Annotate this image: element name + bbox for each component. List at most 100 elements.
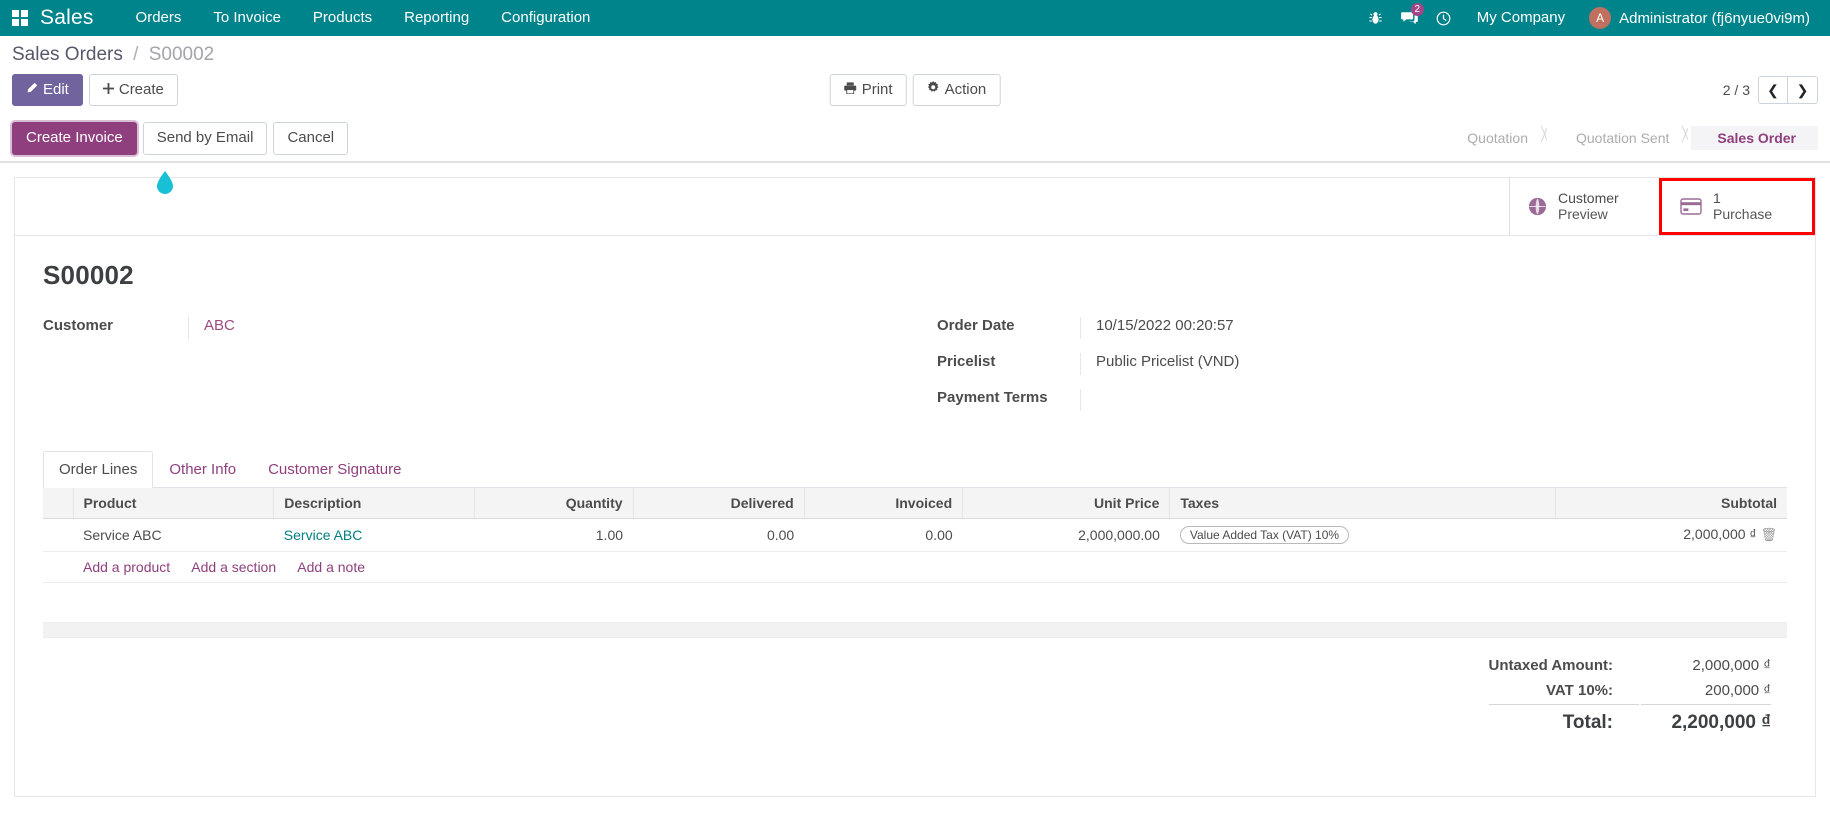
page-title: S00002 [43, 259, 134, 290]
print-button[interactable]: Print [829, 74, 907, 107]
table-resize-grip[interactable] [43, 622, 1787, 638]
action-button[interactable]: Action [912, 74, 1001, 107]
field-customer-value[interactable]: ABC [188, 316, 915, 339]
field-customer: Customer ABC [43, 316, 915, 339]
create-invoice-button[interactable]: Create Invoice [12, 122, 137, 155]
form-sheet: Customer Preview 1 Purchase S00002 Custo… [14, 170, 1816, 797]
breadcrumb-separator: / [133, 44, 139, 65]
th-handle [43, 487, 74, 519]
add-links-cell: Add a product Add a section Add a note [73, 551, 1787, 583]
cell-description-link[interactable]: Service ABC [284, 527, 363, 543]
add-links-row: Add a product Add a section Add a note [43, 551, 1787, 583]
messages-badge-count: 2 [1410, 3, 1424, 16]
untaxed-amount-value: 2,000,000 ₫ [1692, 656, 1771, 674]
breadcrumb-current: S00002 [148, 44, 215, 65]
th-delivered[interactable]: Delivered [633, 487, 805, 519]
field-payment-terms: Payment Terms [937, 388, 1787, 411]
cell-subtotal[interactable]: 2,000,000 ₫ 🗑 [1555, 518, 1787, 552]
nav-menu-configuration[interactable]: Configuration [485, 0, 606, 36]
row-handle[interactable] [43, 518, 73, 552]
cell-delivered[interactable]: 0.00 [633, 518, 805, 552]
statusbar-row: Create Invoice Send by Email Cancel Quot… [0, 116, 1830, 162]
credit-card-icon [1680, 197, 1702, 215]
field-payment-terms-label: Payment Terms [937, 388, 1048, 406]
table-row[interactable]: Service ABC Service ABC 1.00 0.00 0.00 2… [43, 518, 1787, 552]
apps-grid-icon[interactable] [12, 10, 28, 26]
nav-menu-to-invoice[interactable]: To Invoice [197, 0, 297, 36]
stage-quotation[interactable]: Quotation [1441, 126, 1550, 151]
nav-menu-reporting[interactable]: Reporting [388, 0, 485, 36]
send-by-email-button[interactable]: Send by Email [142, 122, 268, 155]
chevron-left-icon[interactable]: ❮ [1758, 76, 1788, 105]
field-payment-terms-value[interactable] [1080, 388, 1787, 411]
vat-value: 200,000 ₫ [1704, 681, 1771, 699]
vat-label: VAT 10%: [1546, 681, 1613, 699]
th-product[interactable]: Product [73, 487, 275, 519]
totals-total-row: Total: 2,200,000 ₫ [1488, 703, 1771, 737]
nav-menu-orders[interactable]: Orders [120, 0, 198, 36]
add-a-note-link[interactable]: Add a note [297, 559, 365, 575]
th-invoiced[interactable]: Invoiced [804, 487, 964, 519]
tab-customer-signature[interactable]: Customer Signature [252, 451, 417, 488]
tab-order-lines[interactable]: Order Lines [43, 450, 154, 488]
cell-quantity[interactable]: 1.00 [474, 518, 634, 552]
tab-other-info[interactable]: Other Info [153, 451, 252, 488]
breadcrumb-sales-orders[interactable]: Sales Orders [12, 44, 123, 65]
cancel-button[interactable]: Cancel [273, 122, 349, 155]
totals-block: Untaxed Amount: 2,000,000 ₫ VAT 10%: 200… [43, 638, 1787, 739]
field-pricelist-value[interactable]: Public Pricelist (VND) [1080, 352, 1787, 375]
trash-icon[interactable]: 🗑 [1760, 527, 1777, 542]
purchase-label: Purchase [1713, 206, 1773, 223]
total-value: 2,200,000 ₫ [1641, 703, 1771, 737]
cell-product[interactable]: Service ABC [73, 518, 274, 552]
company-switcher[interactable]: My Company [1463, 0, 1579, 36]
field-order-date-label: Order Date [937, 316, 1015, 334]
activities-clock-icon[interactable] [1429, 0, 1459, 36]
cell-taxes[interactable]: Value Added Tax (VAT) 10% [1169, 518, 1556, 552]
create-button[interactable]: Create [88, 74, 178, 107]
breadcrumb: Sales Orders / S00002 [12, 44, 214, 68]
smart-button-customer-preview[interactable]: Customer Preview [1509, 177, 1659, 235]
cell-subtotal-value: 2,000,000 ₫ [1683, 526, 1757, 543]
pencil-icon [26, 80, 38, 100]
totals-untaxed-row: Untaxed Amount: 2,000,000 ₫ [1489, 654, 1771, 677]
edit-button-label: Edit [43, 81, 69, 98]
cell-unit-price[interactable]: 2,000,000.00 [962, 518, 1170, 552]
field-grid: Customer ABC Order Date 10/15/2022 00:20… [43, 316, 1787, 425]
untaxed-amount-label: Untaxed Amount: [1488, 656, 1613, 674]
printer-icon [844, 80, 857, 100]
th-description[interactable]: Description [273, 487, 476, 519]
stage-quotation-sent[interactable]: Quotation Sent [1549, 126, 1692, 151]
pager: 2 / 3 ❮ ❯ [1723, 76, 1818, 105]
messages-icon[interactable]: 2 [1395, 0, 1425, 36]
th-quantity[interactable]: Quantity [474, 487, 634, 519]
order-lines-header: Product Description Quantity Delivered I… [43, 487, 1787, 519]
totals-table: Untaxed Amount: 2,000,000 ₫ VAT 10%: 200… [1487, 652, 1773, 739]
add-a-section-link[interactable]: Add a section [191, 559, 276, 575]
customer-preview-line1: Customer [1558, 189, 1619, 206]
th-taxes[interactable]: Taxes [1169, 487, 1556, 519]
total-label: Total: [1488, 703, 1639, 737]
smart-button-purchase[interactable]: 1 Purchase [1662, 181, 1812, 232]
field-column-left: Customer ABC [43, 316, 915, 425]
sheet-wrapper: Customer Preview 1 Purchase S00002 Custo… [0, 162, 1830, 797]
edit-button[interactable]: Edit [12, 74, 83, 107]
nav-menu-products[interactable]: Products [297, 0, 388, 36]
control-panel: Sales Orders / S00002 Edit Create Print … [0, 36, 1830, 163]
user-menu[interactable]: A Administrator (fj6nyue0vi9m) [1583, 7, 1818, 29]
bug-icon[interactable] [1361, 0, 1391, 36]
cell-invoiced[interactable]: 0.00 [804, 518, 963, 552]
globe-icon [1528, 197, 1547, 216]
th-subtotal[interactable]: Subtotal [1555, 487, 1787, 519]
chevron-right-icon[interactable]: ❯ [1788, 76, 1818, 105]
field-order-date-value[interactable]: 10/15/2022 00:20:57 [1080, 316, 1787, 339]
totals-tax-row: VAT 10%: 200,000 ₫ [1489, 679, 1771, 702]
action-button-label: Action [944, 81, 987, 98]
stage-sales-order[interactable]: Sales Order [1691, 126, 1818, 151]
purchase-count: 1 [1713, 189, 1721, 206]
th-unit-price[interactable]: Unit Price [962, 487, 1171, 519]
add-a-product-link[interactable]: Add a product [83, 559, 170, 575]
app-brand-sales[interactable]: Sales [40, 6, 94, 30]
customer-preview-line2: Preview [1558, 206, 1608, 223]
cell-description[interactable]: Service ABC [273, 518, 475, 552]
